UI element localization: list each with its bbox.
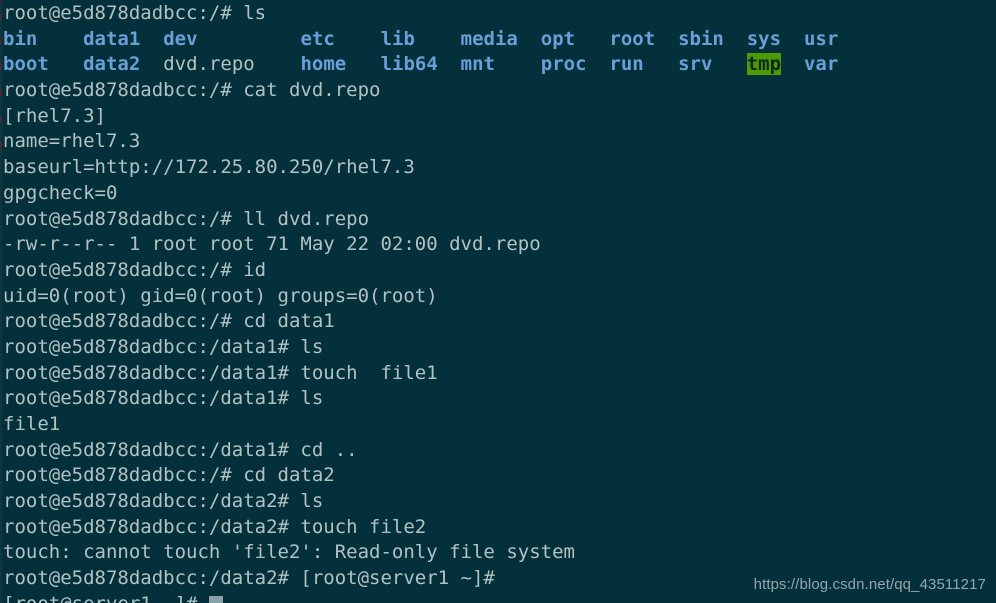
terminal-line: file1 bbox=[3, 412, 996, 438]
directory-name: boot bbox=[3, 53, 49, 76]
terminal-line: root@e5d878dadbcc:/# ls bbox=[3, 1, 996, 27]
directory-name: mnt bbox=[460, 53, 495, 76]
terminal-text: [root@server1 ~]# bbox=[3, 593, 209, 603]
terminal-line: root@e5d878dadbcc:/data2# touch file2 bbox=[3, 515, 996, 541]
terminal-line: boot data2 dvd.repo home lib64 mnt proc … bbox=[3, 52, 996, 78]
terminal-text: root@e5d878dadbcc:/# cd data1 bbox=[3, 310, 335, 333]
terminal-text: root@e5d878dadbcc:/# cat dvd.repo bbox=[3, 79, 381, 102]
text-cursor bbox=[208, 595, 224, 603]
terminal-line: root@e5d878dadbcc:/data2# ls bbox=[3, 489, 996, 515]
directory-name: home bbox=[300, 53, 347, 76]
terminal-line: root@e5d878dadbcc:/# ll dvd.repo bbox=[3, 207, 996, 233]
terminal-text: gpgcheck=0 bbox=[3, 181, 118, 204]
terminal-text: touch: cannot touch 'file2': Read-only f… bbox=[3, 541, 575, 564]
directory-name: var bbox=[803, 53, 839, 76]
terminal-text: root@e5d878dadbcc:/data2# [root@server1 … bbox=[3, 567, 495, 590]
terminal-line: root@e5d878dadbcc:/# cd data2 bbox=[3, 463, 996, 489]
directory-name: data1 bbox=[83, 27, 141, 50]
directory-name: lib64 bbox=[380, 53, 438, 76]
terminal-line: root@e5d878dadbcc:/data1# ls bbox=[3, 386, 996, 412]
terminal-text: name=rhel7.3 bbox=[3, 130, 141, 153]
terminal-text: baseurl=http://172.25.80.250/rhel7.3 bbox=[3, 156, 415, 179]
terminal-screen[interactable]: root@e5d878dadbcc:/# ls bin data1 dev etc… bbox=[3, 1, 996, 603]
terminal-line: bin data1 dev etc lib media opt root sbi… bbox=[3, 27, 996, 53]
directory-name: usr bbox=[803, 27, 839, 50]
file-name: dvd.repo bbox=[163, 53, 255, 76]
terminal-line: root@e5d878dadbcc:/# cat dvd.repo bbox=[3, 78, 996, 104]
terminal-text: ls bbox=[243, 2, 267, 24]
terminal-text: root@e5d878dadbcc:/# ll dvd.repo bbox=[3, 207, 370, 230]
terminal-text: root@e5d878dadbcc:/# cd data2 bbox=[3, 464, 335, 487]
terminal-text: root@e5d878dadbcc:/data1# touch file1 bbox=[3, 361, 438, 384]
terminal-text: -rw-r--r-- 1 root root 71 May 22 02:00 d… bbox=[3, 233, 541, 256]
terminal-text: file1 bbox=[3, 413, 61, 435]
terminal-text: root@e5d878dadbcc:/data1# ls bbox=[3, 387, 324, 410]
terminal-line: root@e5d878dadbcc:/# cd data1 bbox=[3, 309, 996, 335]
directory-name: opt bbox=[540, 27, 576, 50]
terminal-text: root@e5d878dadbcc:/data2# ls bbox=[3, 490, 324, 513]
terminal-line: [rhel7.3] bbox=[3, 104, 996, 130]
terminal-window[interactable]: root@e5d878dadbcc:/# ls bin data1 dev etc… bbox=[0, 0, 996, 603]
window-edge-artifact bbox=[0, 0, 2, 603]
terminal-line: root@e5d878dadbcc:/data1# touch file1 bbox=[3, 361, 996, 387]
terminal-line: root@e5d878dadbcc:/# id bbox=[3, 258, 996, 284]
directory-name: lib bbox=[380, 27, 415, 50]
terminal-line: touch: cannot touch 'file2': Read-only f… bbox=[3, 540, 996, 566]
directory-name: srv bbox=[678, 53, 713, 76]
terminal-line: root@e5d878dadbcc:/data1# cd .. bbox=[3, 438, 996, 464]
terminal-text: root@e5d878dadbcc:/data1# ls bbox=[3, 335, 324, 358]
terminal-text: root@e5d878dadbcc:/data1# cd .. bbox=[3, 438, 358, 461]
terminal-text: [rhel7.3] bbox=[3, 104, 106, 127]
terminal-line: gpgcheck=0 bbox=[3, 181, 996, 207]
terminal-line: root@e5d878dadbcc:/data1# ls bbox=[3, 335, 996, 361]
directory-name: data2 bbox=[83, 53, 141, 76]
directory-name: sys bbox=[746, 27, 782, 50]
terminal-line: uid=0(root) gid=0(root) groups=0(root) bbox=[3, 284, 996, 310]
terminal-text: root@e5d878dadbcc:/# bbox=[3, 2, 244, 24]
watermark-url: https://blog.csdn.net/qq_43511217 bbox=[753, 576, 986, 593]
terminal-line: baseurl=http://172.25.80.250/rhel7.3 bbox=[3, 155, 996, 181]
directory-name: proc bbox=[540, 53, 587, 76]
directory-name: bin bbox=[3, 27, 38, 50]
sticky-directory-name: tmp bbox=[746, 53, 782, 76]
directory-name: dev bbox=[163, 27, 198, 50]
terminal-line: -rw-r--r-- 1 root root 71 May 22 02:00 d… bbox=[3, 232, 996, 258]
directory-name: media bbox=[460, 27, 518, 50]
terminal-line: name=rhel7.3 bbox=[3, 129, 996, 155]
directory-name: etc bbox=[300, 27, 335, 50]
directory-name: sbin bbox=[678, 27, 724, 50]
directory-name: root bbox=[609, 27, 656, 50]
terminal-text: root@e5d878dadbcc:/data2# touch file2 bbox=[3, 515, 427, 538]
directory-name: run bbox=[609, 53, 644, 76]
terminal-text: uid=0(root) gid=0(root) groups=0(root) bbox=[3, 284, 438, 307]
terminal-text: root@e5d878dadbcc:/# id bbox=[3, 258, 267, 281]
